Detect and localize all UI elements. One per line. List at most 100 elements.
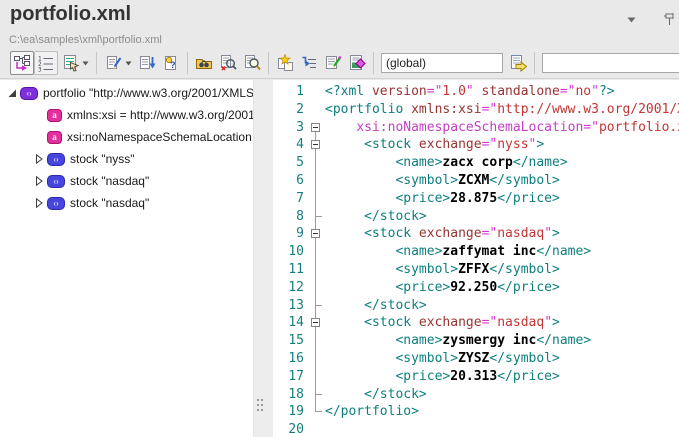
- code-text: <stock exchange="nasdaq">: [323, 314, 679, 332]
- code-line[interactable]: 9 <stock exchange="nasdaq">: [273, 225, 679, 243]
- goto-definition-button[interactable]: [506, 51, 530, 75]
- xsl-transform-button[interactable]: [273, 51, 297, 75]
- document-path: C:\ea\samples\xml\portfolio.xml: [9, 34, 162, 46]
- fold-line: [316, 305, 322, 306]
- code-line[interactable]: 12 <price>92.250</price>: [273, 279, 679, 297]
- tree-item-label: stock "nyss": [70, 152, 135, 166]
- code-line[interactable]: 5 <name>zacx corp</name>: [273, 154, 679, 172]
- edit-doc-button[interactable]: [101, 51, 135, 75]
- check-wellformed-button[interactable]: [216, 51, 240, 75]
- tree-item[interactable]: ‹› stock "nasdaq": [0, 192, 253, 214]
- text-editor[interactable]: 1<?xml version="1.0" standalone="no"?>2<…: [273, 80, 679, 437]
- import-doc-button[interactable]: [135, 51, 159, 75]
- search-input[interactable]: [542, 53, 679, 73]
- fold-line: [316, 394, 322, 395]
- line-number: 17: [273, 368, 308, 386]
- line-number: 4: [273, 136, 308, 154]
- tree-item[interactable]: ‹› portfolio "http://www.w3.org/2001/XMLS…: [0, 82, 253, 104]
- pin-icon[interactable]: [663, 12, 679, 28]
- assign-xsl-button[interactable]: [321, 51, 345, 75]
- code-line[interactable]: 19 </portfolio>: [273, 403, 679, 421]
- splitter-grip-icon[interactable]: [257, 399, 259, 401]
- find-in-files-button[interactable]: [192, 51, 216, 75]
- tree-expanded-arrow-icon[interactable]: [3, 87, 20, 99]
- panel-splitter[interactable]: [253, 80, 273, 437]
- fold-line: [315, 261, 316, 279]
- fold-collapse-icon[interactable]: [311, 229, 320, 238]
- tree-collapsed-arrow-icon[interactable]: [30, 153, 47, 165]
- line-number: 13: [273, 297, 308, 315]
- code-line[interactable]: 15 <name>zysmergy inc</name>: [273, 332, 679, 350]
- fold-line: [316, 411, 322, 412]
- tree-collapsed-arrow-icon[interactable]: [30, 197, 47, 209]
- svg-text:?: ?: [170, 60, 176, 70]
- grid-view-button[interactable]: [10, 51, 34, 75]
- fold-gutter: [308, 332, 323, 350]
- code-line[interactable]: 17 <price>20.313</price>: [273, 368, 679, 386]
- tree-item-label: portfolio "http://www.w3.org/2001/XMLSch…: [43, 86, 253, 100]
- toolbar-separator: [534, 52, 535, 74]
- code-text: </stock>: [323, 297, 679, 315]
- code-text: <stock exchange="nasdaq">: [323, 225, 679, 243]
- tree-item-label: stock "nasdaq": [70, 196, 149, 210]
- line-number: 7: [273, 190, 308, 208]
- code-line[interactable]: 18 </stock>: [273, 386, 679, 404]
- code-line[interactable]: 2<portfolio xmlns:xsi="http://www.w3.org…: [273, 101, 679, 119]
- fold-collapse-icon[interactable]: [311, 140, 320, 149]
- code-line[interactable]: 7 <price>28.875</price>: [273, 190, 679, 208]
- element-icon: ‹›: [47, 197, 65, 210]
- tree-item[interactable]: ‹›stock "nyss": [0, 148, 253, 170]
- line-number: 20: [273, 421, 308, 437]
- fold-gutter: [308, 368, 323, 386]
- tree-item[interactable]: axmlns:xsi = http://www.w3.org/2001/XMLS…: [0, 104, 253, 126]
- svg-text:3: 3: [38, 67, 42, 73]
- code-line[interactable]: 4 <stock exchange="nyss">: [273, 136, 679, 154]
- code-line[interactable]: 1<?xml version="1.0" standalone="no"?>: [273, 83, 679, 101]
- goto-line-button[interactable]: [297, 51, 321, 75]
- fold-gutter: [308, 403, 323, 421]
- line-number: 19: [273, 403, 308, 421]
- code-line[interactable]: 16 <symbol>ZYSZ</symbol>: [273, 350, 679, 368]
- text-view-button[interactable]: 123: [34, 51, 58, 75]
- tree-item[interactable]: axsi:noNamespaceSchemaLocation = portfol…: [0, 126, 253, 148]
- tree-collapsed-arrow-icon[interactable]: [30, 175, 47, 187]
- fold-line: [315, 332, 316, 350]
- fold-line: [315, 350, 316, 368]
- fold-line: [315, 154, 316, 172]
- code-line[interactable]: 11 <symbol>ZFFX</symbol>: [273, 261, 679, 279]
- toolbar-buttons: 123?: [10, 51, 378, 75]
- fold-line: [315, 172, 316, 190]
- code-text: <symbol>ZFFX</symbol>: [323, 261, 679, 279]
- code-line[interactable]: 6 <symbol>ZCXM</symbol>: [273, 172, 679, 190]
- scope-input[interactable]: [381, 53, 503, 73]
- fold-line: [315, 279, 316, 297]
- fold-gutter: [308, 279, 323, 297]
- schema-design-button[interactable]: [58, 51, 92, 75]
- fold-collapse-icon[interactable]: [311, 318, 320, 327]
- code-line[interactable]: 3 xsi:noNamespaceSchemaLocation="portfol…: [273, 119, 679, 137]
- code-line[interactable]: 8 </stock>: [273, 208, 679, 226]
- tree-item[interactable]: ‹›stock "nasdaq": [0, 170, 253, 192]
- fold-line: [315, 243, 316, 261]
- element-icon: ‹›: [20, 87, 38, 100]
- validate-button[interactable]: [240, 51, 264, 75]
- xsl-parameters-button[interactable]: [345, 51, 369, 75]
- goto-definition-icon: [509, 54, 527, 72]
- doc-question-button[interactable]: ?: [159, 51, 183, 75]
- line-number: 14: [273, 314, 308, 332]
- import-doc-icon: [138, 54, 156, 72]
- toolbar-separator: [373, 52, 374, 74]
- fold-gutter: [308, 225, 323, 243]
- code-text: <symbol>ZCXM</symbol>: [323, 172, 679, 190]
- line-number: 11: [273, 261, 308, 279]
- fold-line: [315, 368, 316, 386]
- tree-item-label: stock "nasdaq": [70, 174, 149, 188]
- chevron-down-icon[interactable]: [623, 12, 639, 28]
- code-line[interactable]: 13 </stock>: [273, 297, 679, 315]
- code-text: </portfolio>: [323, 403, 679, 421]
- fold-gutter: [308, 154, 323, 172]
- code-line[interactable]: 14 <stock exchange="nasdaq">: [273, 314, 679, 332]
- code-line[interactable]: 10 <name>zaffymat inc</name>: [273, 243, 679, 261]
- fold-collapse-icon[interactable]: [311, 123, 320, 132]
- code-line[interactable]: 20: [273, 421, 679, 437]
